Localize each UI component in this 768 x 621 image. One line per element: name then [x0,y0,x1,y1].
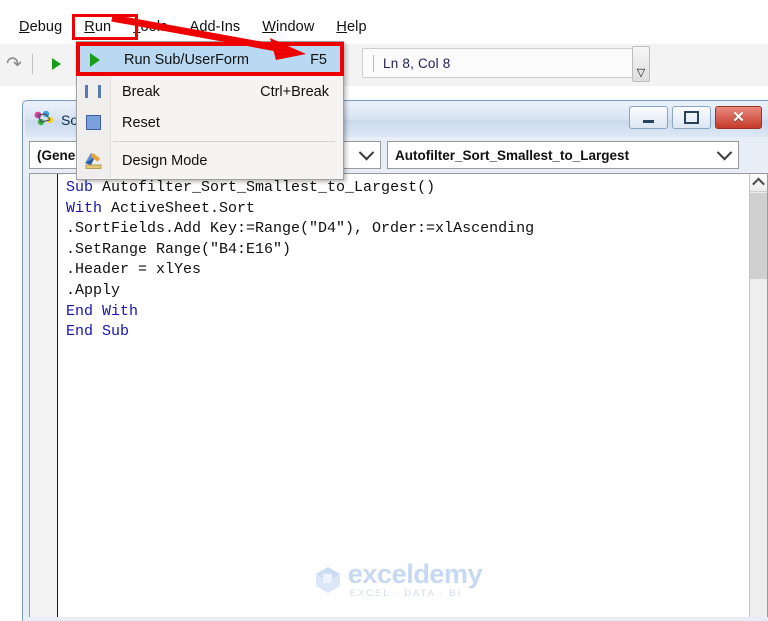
code-line: End Sub [66,322,747,343]
code-line: With ActiveSheet.Sort [66,199,747,220]
restore-button[interactable] [672,106,711,129]
code-vertical-scrollbar[interactable] [749,174,767,617]
menu-separator [113,141,335,142]
design-mode-icon [77,152,109,169]
chevron-down-icon [716,144,732,160]
toolbar-overflow-icon: ▽ [636,67,646,79]
watermark-name: exceldemy [347,559,483,589]
object-dropdown-arrow[interactable] [352,142,380,168]
menu-option-run-sub-userform[interactable]: Run Sub/UserForm F5 [78,44,342,76]
code-keyword: Sub [66,179,103,196]
menu-option-label: Break [122,83,160,100]
watermark-tagline: EXCEL · DATA · BI [349,588,463,599]
code-keyword: With [66,199,112,217]
scrollbar-thumb[interactable] [750,193,767,279]
code-line: .Header = xlYes [66,260,747,281]
code-plain: .Header = xlYes [66,261,202,279]
code-line: Sub Autofilter_Sort_Smallest_to_Largest(… [66,178,747,199]
run-macro-button[interactable] [44,52,68,76]
pause-icon [77,85,109,98]
code-line: .Apply [66,281,747,302]
minimize-icon [643,119,654,123]
code-text[interactable]: Sub Autofilter_Sort_Smallest_to_Largest(… [66,178,747,343]
menu-item-window[interactable]: Window [251,17,325,37]
menu-option-label: Reset [122,114,160,131]
run-play-icon [51,58,61,70]
restore-icon [684,111,699,124]
menu-option-shortcut: F5 [310,52,327,68]
code-line: .SortFields.Add Key:=Range("D4"), Order:… [66,219,747,240]
procedure-dropdown[interactable]: Autofilter_Sort_Smallest_to_Largest [387,141,739,169]
scroll-up-button[interactable] [750,174,767,192]
code-plain: .SetRange Range("B4:E16") [66,240,292,258]
menu-item-debug[interactable]: Debug [8,17,73,37]
menu-option-reset[interactable]: Reset [77,107,343,138]
code-plain: ActiveSheet.Sort [111,199,256,217]
chevron-down-icon [358,144,374,160]
chevron-up-icon [752,177,765,191]
exceldemy-logo-icon [315,566,341,594]
menu-option-design-mode[interactable]: Design Mode [77,145,343,176]
menu-item-add-ins[interactable]: Add-Ins [179,17,252,37]
menu-item-help[interactable]: Help [325,17,377,37]
code-plain: .Apply [66,281,121,299]
stop-icon [77,115,109,130]
menu-option-shortcut: Ctrl+Break [260,83,329,100]
run-play-icon [79,53,111,67]
window-controls: ✕ [629,106,762,129]
cursor-position-label: Ln 8, Col 8 [383,55,451,71]
menu-bar: Debug Run Tools Add-Ins Window Help [0,14,768,40]
code-keyword: End Sub [66,323,130,341]
code-line: .SetRange Range("B4:E16") [66,240,747,261]
menu-option-label: Design Mode [122,152,208,169]
code-plain: .SortFields.Add Key:=Range("D4"), Order:… [66,220,535,238]
close-icon: ✕ [732,109,745,126]
code-keyword: End With [66,302,139,320]
toolbar-overflow-button[interactable]: ▽ [632,46,650,82]
menu-bar-items: Debug Run Tools Add-Ins Window Help [0,14,768,40]
vba-editor-screenshot: Debug Run Tools Add-Ins Window Help ↷ Ln 8, C… [0,0,768,621]
menu-option-break[interactable]: Break Ctrl+Break [77,76,343,107]
menu-option-label: Run Sub/UserForm [124,52,249,68]
run-menu-items: Run Sub/UserForm F5 Break Ctrl+Break Reset De… [77,44,343,176]
redo-arrow-icon: ↷ [6,53,22,75]
redo-button[interactable]: ↷ [2,52,26,76]
code-plain: Autofilter_Sort_Smallest_to_Largest() [102,179,436,196]
exceldemy-watermark: exceldemy EXCEL · DATA · BI [30,561,767,599]
close-button[interactable]: ✕ [715,106,762,129]
menu-item-run[interactable]: Run [73,17,122,37]
status-indicator: Ln 8, Col 8 [362,48,642,78]
run-dropdown-menu: Run Sub/UserForm F5 Break Ctrl+Break Reset De… [76,41,344,180]
procedure-dropdown-value: Autofilter_Sort_Smallest_to_Largest [395,147,630,163]
minimize-button[interactable] [629,106,668,129]
code-line: End With [66,302,747,323]
status-divider [373,55,374,72]
toolbar-separator [32,54,33,74]
code-editor-pane[interactable]: Sub Autofilter_Sort_Smallest_to_Largest(… [29,173,768,617]
vba-module-icon [33,110,55,130]
procedure-dropdown-arrow[interactable] [710,142,738,168]
code-margin-indicator-bar [30,174,58,617]
menu-item-tools[interactable]: Tools [122,17,178,37]
